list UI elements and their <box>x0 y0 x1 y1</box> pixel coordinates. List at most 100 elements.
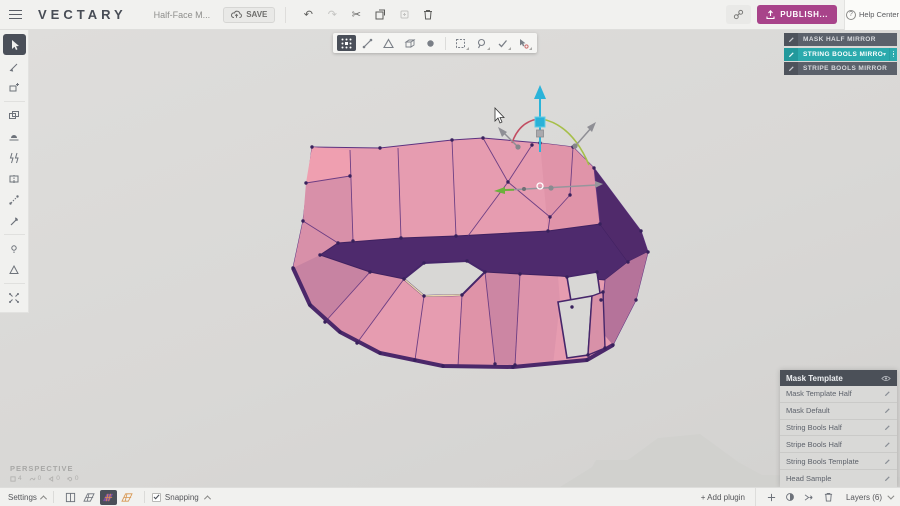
tool-utility[interactable] <box>3 211 26 230</box>
object-row-label: Stripe Bools Half <box>786 440 884 449</box>
duplicate-button[interactable] <box>371 6 389 24</box>
gizmo-rotate-x[interactable] <box>512 119 538 143</box>
mode-object-button[interactable] <box>400 35 419 51</box>
rect-select-button[interactable] <box>451 35 470 51</box>
shaded-mesh-icon <box>102 492 114 503</box>
paint-select-button[interactable] <box>493 35 512 51</box>
tool-add-object[interactable] <box>3 78 26 97</box>
layers-dropdown[interactable]: Layers (6) <box>846 488 892 506</box>
share-link-button[interactable] <box>726 5 751 24</box>
object-row-stripe-bools-half[interactable]: Stripe Bools Half <box>780 436 897 453</box>
tool-boolean[interactable] <box>3 106 26 125</box>
wireframe-plane-icon <box>83 492 95 503</box>
delete-button[interactable] <box>419 6 437 24</box>
mask-mesh[interactable] <box>291 136 649 368</box>
add-plugin-label: + Add plugin <box>693 493 749 502</box>
snap-select-button[interactable] <box>514 35 533 51</box>
mode-edge-button[interactable] <box>358 35 377 51</box>
edit-icon[interactable] <box>884 475 891 482</box>
object-bar-stripe-bools-mirror[interactable]: STRIPE BOOLS MIRROR <box>784 62 897 75</box>
help-center-button[interactable]: ? Help Center <box>844 0 900 30</box>
tool-light[interactable] <box>3 239 26 258</box>
divider <box>285 7 286 23</box>
tool-clay[interactable] <box>3 127 26 146</box>
chevron-down-icon[interactable]: ▾ <box>883 51 886 58</box>
object-bar-mask-half-mirror[interactable]: MASK HALF MIRROR <box>784 33 897 46</box>
textured-view-button[interactable] <box>119 490 136 505</box>
object-panel-title: Mask Template <box>786 374 881 383</box>
object-row-head-sample[interactable]: Head Sample <box>780 470 897 487</box>
gizmo-y-handle[interactable] <box>535 117 545 127</box>
merge-button[interactable] <box>801 490 818 505</box>
add-cube-icon <box>8 82 20 94</box>
tool-knife[interactable] <box>3 57 26 76</box>
lasso-select-button[interactable] <box>472 35 491 51</box>
edit-icon[interactable] <box>784 48 798 61</box>
tool-scatter[interactable] <box>3 288 26 307</box>
snapping-checkbox[interactable] <box>152 493 161 502</box>
edit-icon[interactable] <box>884 424 891 431</box>
merge-icon <box>804 493 815 502</box>
edit-icon[interactable] <box>784 62 798 75</box>
material-button[interactable] <box>782 490 799 505</box>
mask-mesh-scene[interactable] <box>0 30 900 487</box>
object-row-string-bools-half[interactable]: String Bools Half <box>780 420 897 437</box>
hamburger-menu-icon[interactable] <box>0 0 30 30</box>
wireframe-toggle[interactable] <box>81 490 98 505</box>
edit-icon[interactable] <box>884 390 891 397</box>
save-button[interactable]: SAVE <box>223 7 275 23</box>
history-stat: 0 <box>67 475 79 482</box>
tool-loop-cut[interactable] <box>3 169 26 188</box>
divider <box>4 234 25 235</box>
edit-icon[interactable] <box>884 407 891 414</box>
edit-icon[interactable] <box>884 441 891 448</box>
mode-sphere-button[interactable] <box>421 35 440 51</box>
object-row-mask-template-half[interactable]: Mask Template Half <box>780 386 897 403</box>
chevron-down-icon <box>887 492 894 499</box>
tool-select[interactable] <box>3 34 26 55</box>
redo-button[interactable]: ↷ <box>323 6 341 24</box>
vectary-logo: VECTARY <box>38 7 127 22</box>
shaded-wire-view-button[interactable] <box>100 490 117 505</box>
delete-layer-button[interactable] <box>820 490 837 505</box>
tool-deform[interactable] <box>3 148 26 167</box>
settings-dropdown[interactable]: Settings <box>0 488 46 506</box>
chevron-up-icon <box>40 495 47 502</box>
paste-button[interactable] <box>395 6 413 24</box>
object-row-mask-default[interactable]: Mask Default <box>780 403 897 420</box>
edit-icon[interactable] <box>884 458 891 465</box>
top-bar: VECTARY Half-Face M... SAVE ↶ ↷ ✂ <box>0 0 900 30</box>
add-layer-button[interactable] <box>763 490 780 505</box>
sphere-icon <box>785 492 795 502</box>
cut-button[interactable]: ✂ <box>347 6 365 24</box>
scatter-icon <box>8 292 20 304</box>
object-bar-label: MASK HALF MIRROR <box>798 36 897 43</box>
eye-icon[interactable] <box>881 375 891 382</box>
caret-icon <box>466 47 469 50</box>
publish-button[interactable]: PUBLISH... <box>757 5 837 24</box>
knife-icon <box>8 61 20 73</box>
tool-measure[interactable] <box>3 190 26 209</box>
viewport[interactable]: MASK HALF MIRROR STRING BOOLS MIRROR ▾ S… <box>0 30 900 487</box>
snapping-label: Snapping <box>165 493 199 502</box>
object-row-string-bools-template[interactable]: String Bools Template <box>780 453 897 470</box>
undo-button[interactable]: ↶ <box>299 6 317 24</box>
more-options-icon[interactable] <box>889 48 897 61</box>
cursor-icon <box>9 39 20 51</box>
snapping-toggle[interactable]: Snapping <box>152 488 210 506</box>
mode-vertex-button[interactable] <box>337 35 356 51</box>
edit-icon[interactable] <box>784 33 798 46</box>
object-row-label: String Bools Template <box>786 457 884 466</box>
document-title[interactable]: Half-Face M... <box>154 10 211 20</box>
object-panel-header[interactable]: Mask Template <box>780 370 897 386</box>
mode-face-button[interactable] <box>379 35 398 51</box>
faces-icon <box>10 476 16 482</box>
link-icon <box>733 9 744 20</box>
add-plugin-button[interactable]: + Add plugin <box>693 488 749 506</box>
tool-primitive[interactable] <box>3 260 26 279</box>
mouse-cursor <box>495 108 504 123</box>
duplicate-icon <box>375 9 386 20</box>
upload-icon <box>766 10 775 19</box>
bounding-box-toggle[interactable] <box>62 490 79 505</box>
object-bar-string-bools-mirror[interactable]: STRING BOOLS MIRROR ▾ <box>784 48 897 61</box>
